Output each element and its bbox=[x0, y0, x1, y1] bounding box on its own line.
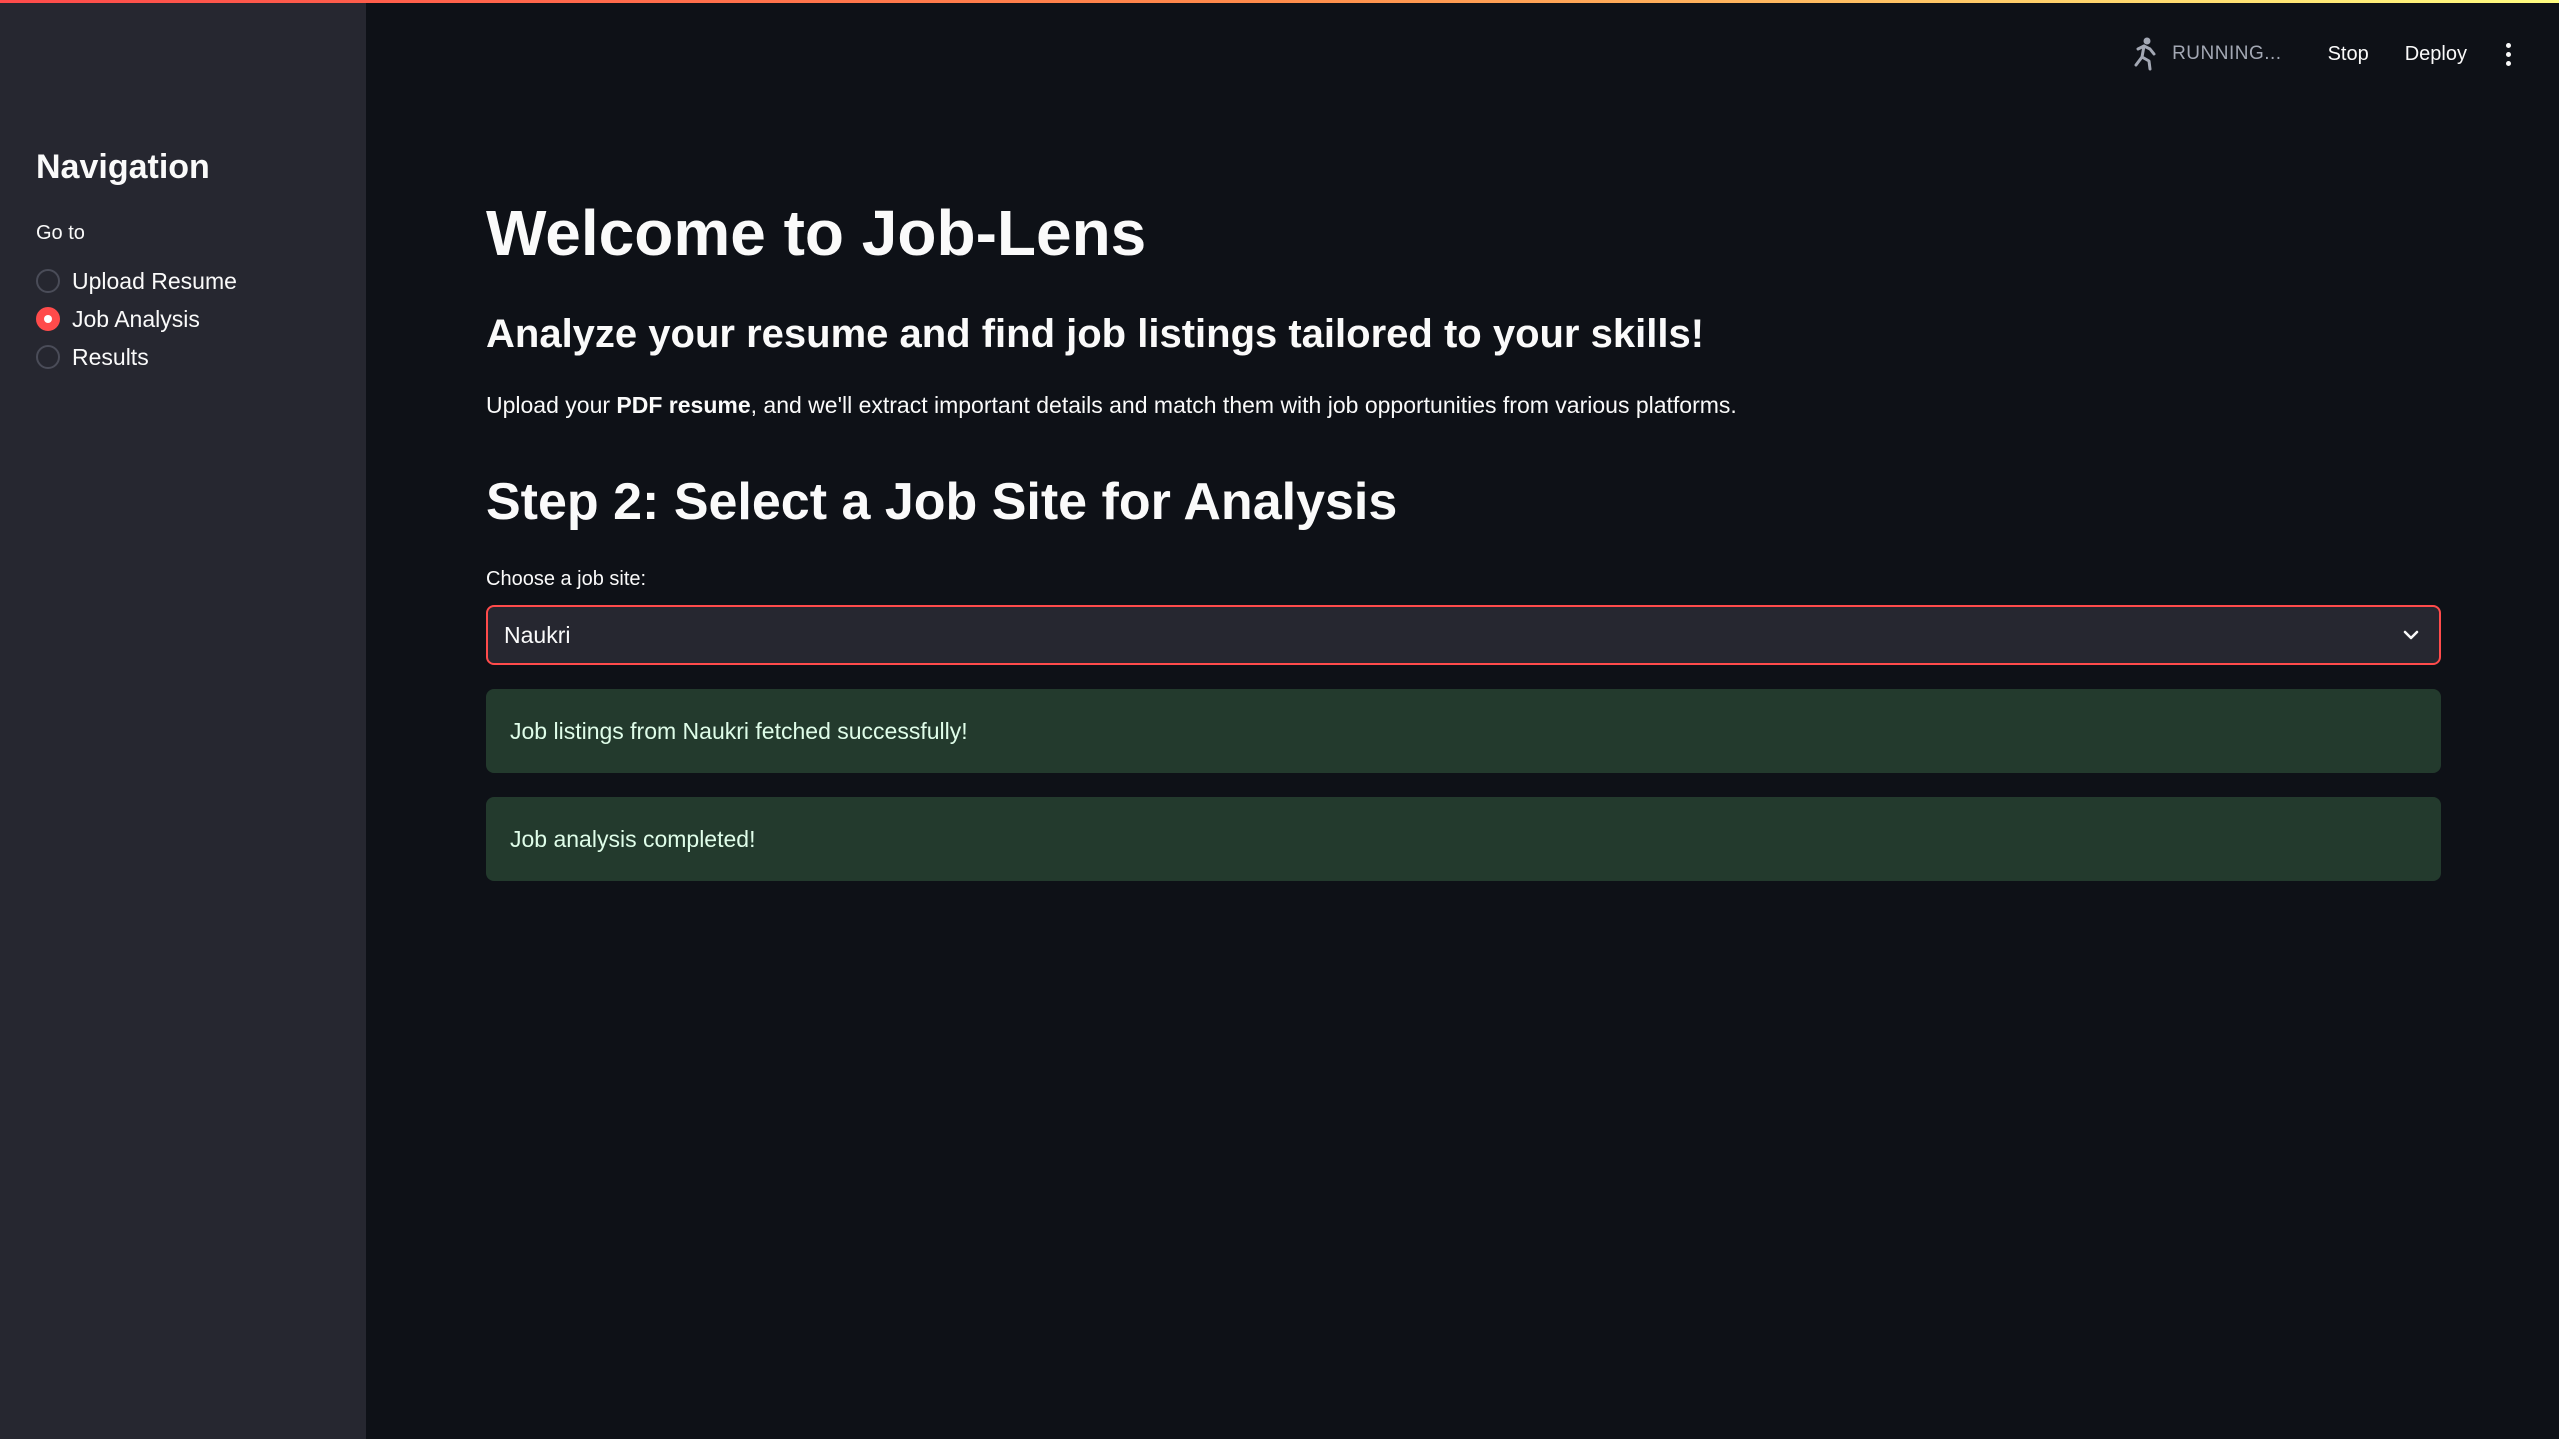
page-title: Welcome to Job-Lens bbox=[486, 197, 1147, 269]
success-alert-fetched: Job listings from Naukri fetched success… bbox=[486, 689, 2441, 773]
radio-option-results[interactable]: Results bbox=[36, 338, 237, 376]
chevron-down-icon[interactable] bbox=[2399, 623, 2423, 647]
top-toolbar: RUNNING... Stop Deploy bbox=[2128, 30, 2523, 78]
radio-unchecked-icon[interactable] bbox=[36, 345, 60, 369]
radio-checked-icon[interactable] bbox=[36, 307, 60, 331]
sidebar: Navigation Go to Upload Resume Job Analy… bbox=[0, 0, 366, 1439]
radio-option-upload-resume[interactable]: Upload Resume bbox=[36, 262, 237, 300]
radio-option-label: Job Analysis bbox=[72, 305, 200, 332]
sidebar-title: Navigation bbox=[36, 148, 210, 186]
step-title: Step 2: Select a Job Site for Analysis bbox=[486, 473, 1398, 531]
kebab-menu-icon[interactable] bbox=[2493, 34, 2523, 74]
radio-option-label: Results bbox=[72, 343, 149, 370]
radio-unchecked-icon[interactable] bbox=[36, 269, 60, 293]
running-man-icon bbox=[2128, 37, 2162, 71]
page-subtitle: Analyze your resume and find job listing… bbox=[486, 312, 1705, 356]
radio-group-label: Go to bbox=[36, 222, 85, 244]
radio-option-label: Upload Resume bbox=[72, 267, 237, 294]
stop-button[interactable]: Stop bbox=[2314, 35, 2383, 74]
app-root: Navigation Go to Upload Resume Job Analy… bbox=[0, 0, 2559, 1439]
radio-option-job-analysis[interactable]: Job Analysis bbox=[36, 300, 237, 338]
deploy-button[interactable]: Deploy bbox=[2391, 35, 2481, 74]
intro-suffix: , and we'll extract important details an… bbox=[750, 392, 1737, 418]
running-status: RUNNING... bbox=[2172, 43, 2282, 64]
success-alert-analysis: Job analysis completed! bbox=[486, 797, 2441, 881]
job-site-select[interactable]: Naukri bbox=[486, 605, 2441, 665]
intro-bold: PDF resume bbox=[616, 392, 751, 418]
job-site-select-value: Naukri bbox=[504, 621, 571, 648]
intro-prefix: Upload your bbox=[486, 392, 617, 418]
top-decoration-bar bbox=[0, 0, 2559, 3]
job-site-select-label: Choose a job site: bbox=[486, 568, 647, 590]
intro-text: Upload your PDF resume, and we'll extrac… bbox=[486, 392, 1737, 419]
navigation-radio-group: Upload Resume Job Analysis Results bbox=[36, 262, 237, 376]
